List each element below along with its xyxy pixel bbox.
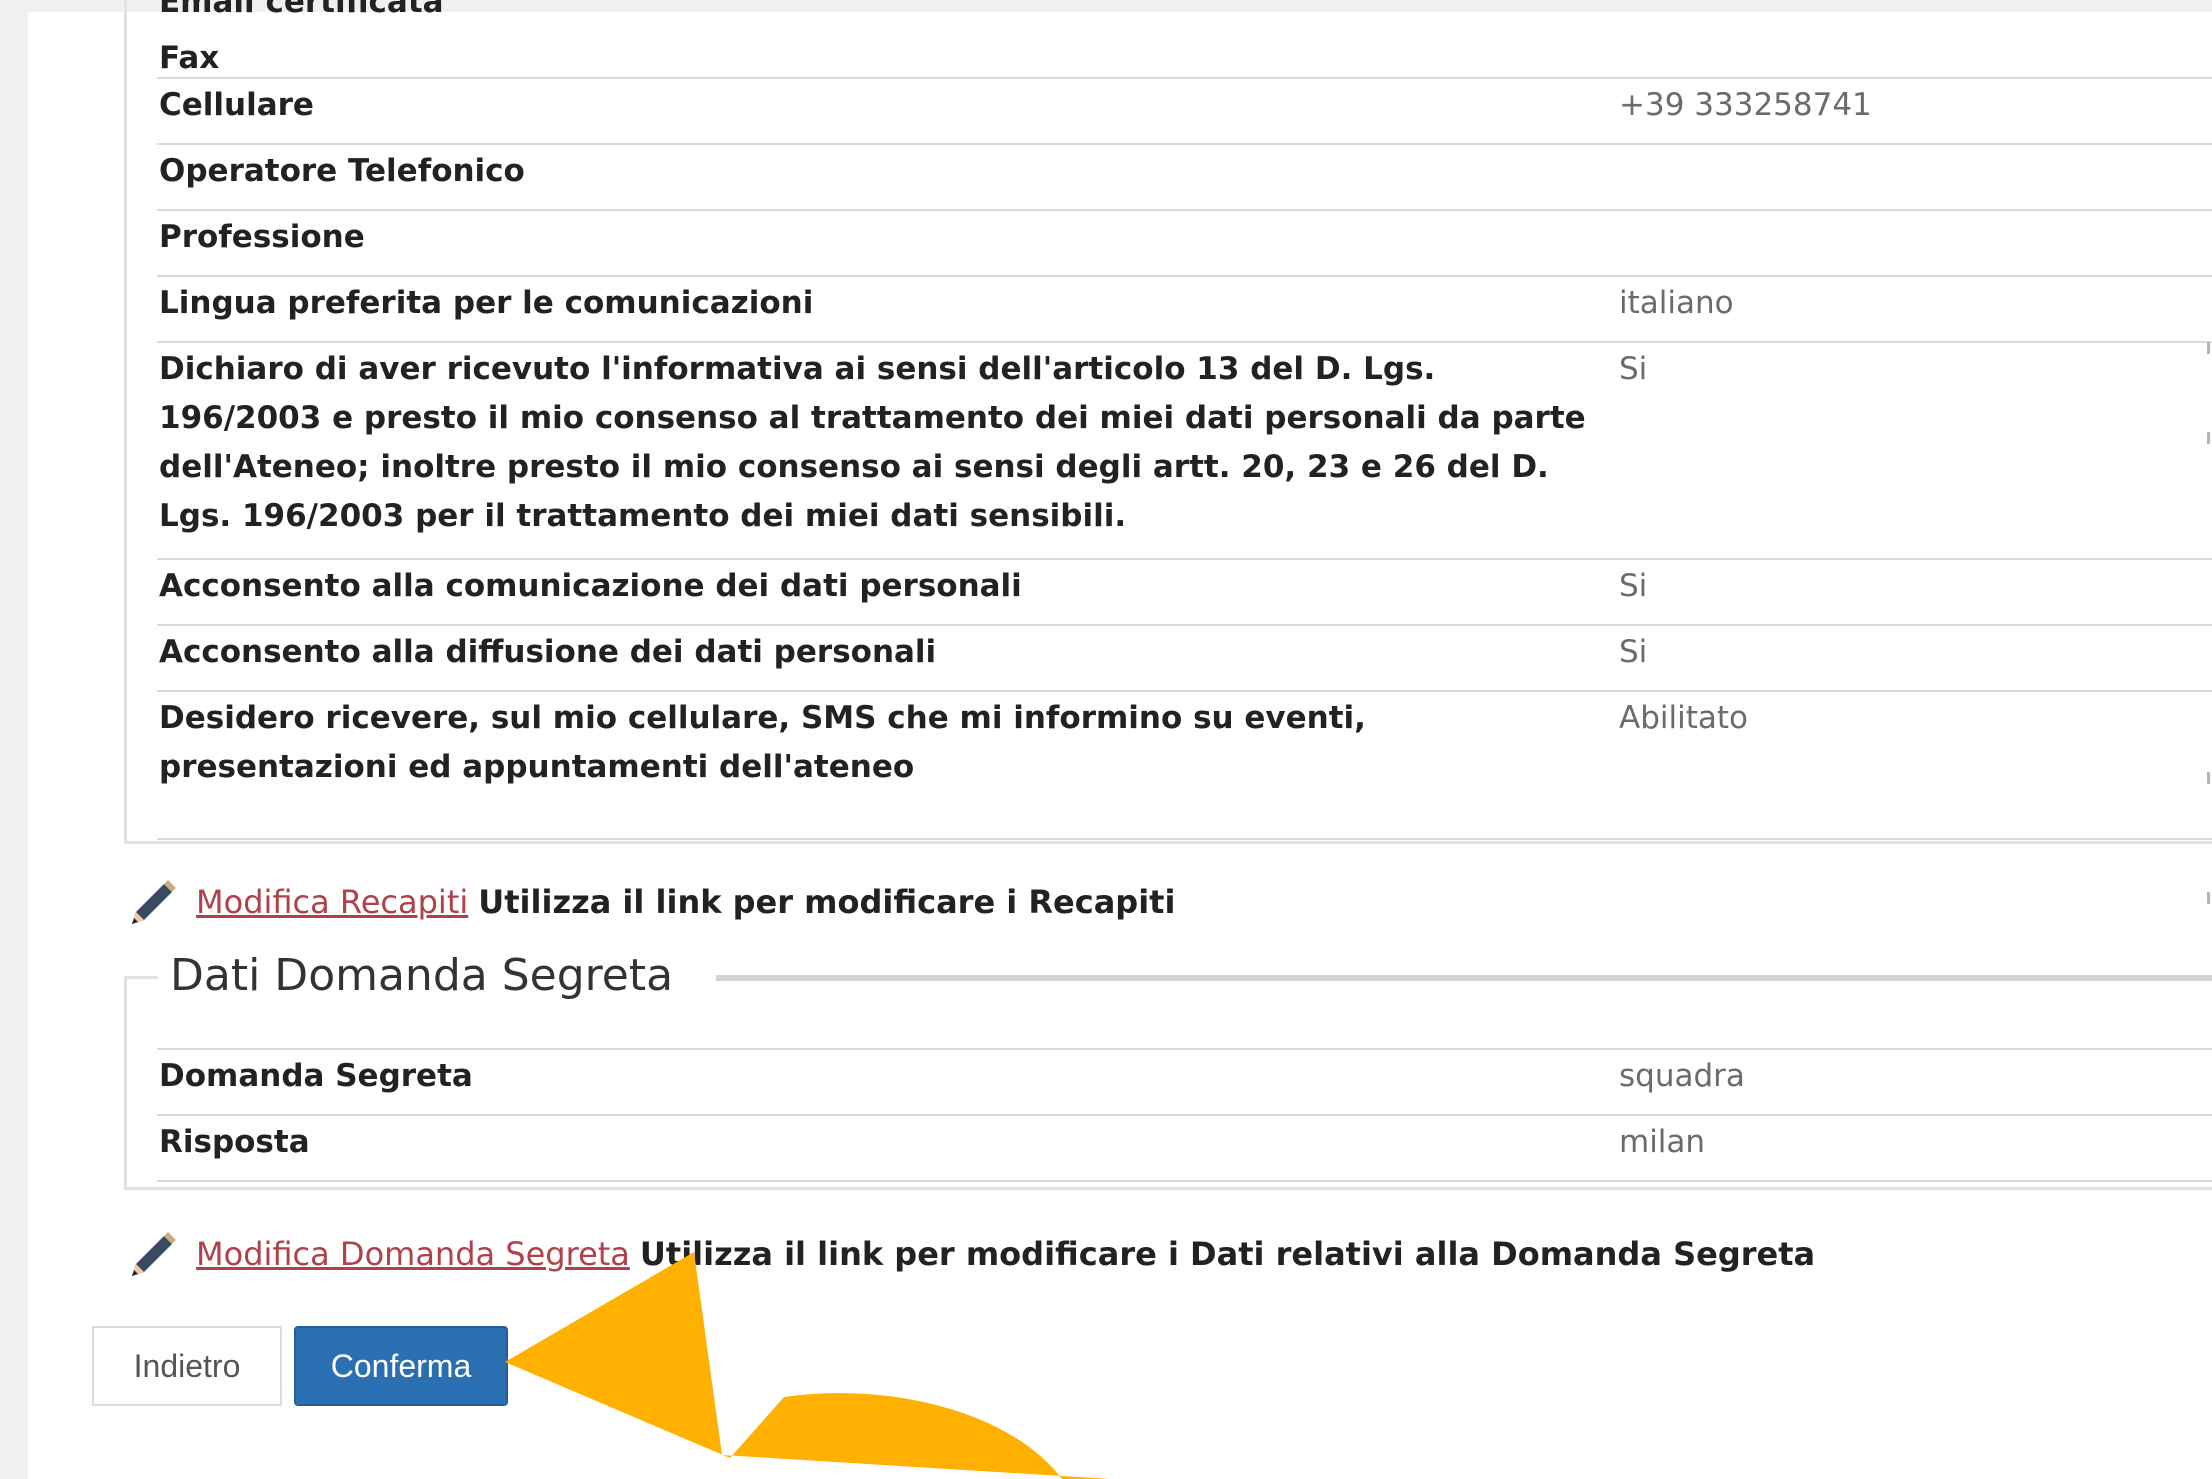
annotation-arrow-icon xyxy=(505,1252,1110,1479)
